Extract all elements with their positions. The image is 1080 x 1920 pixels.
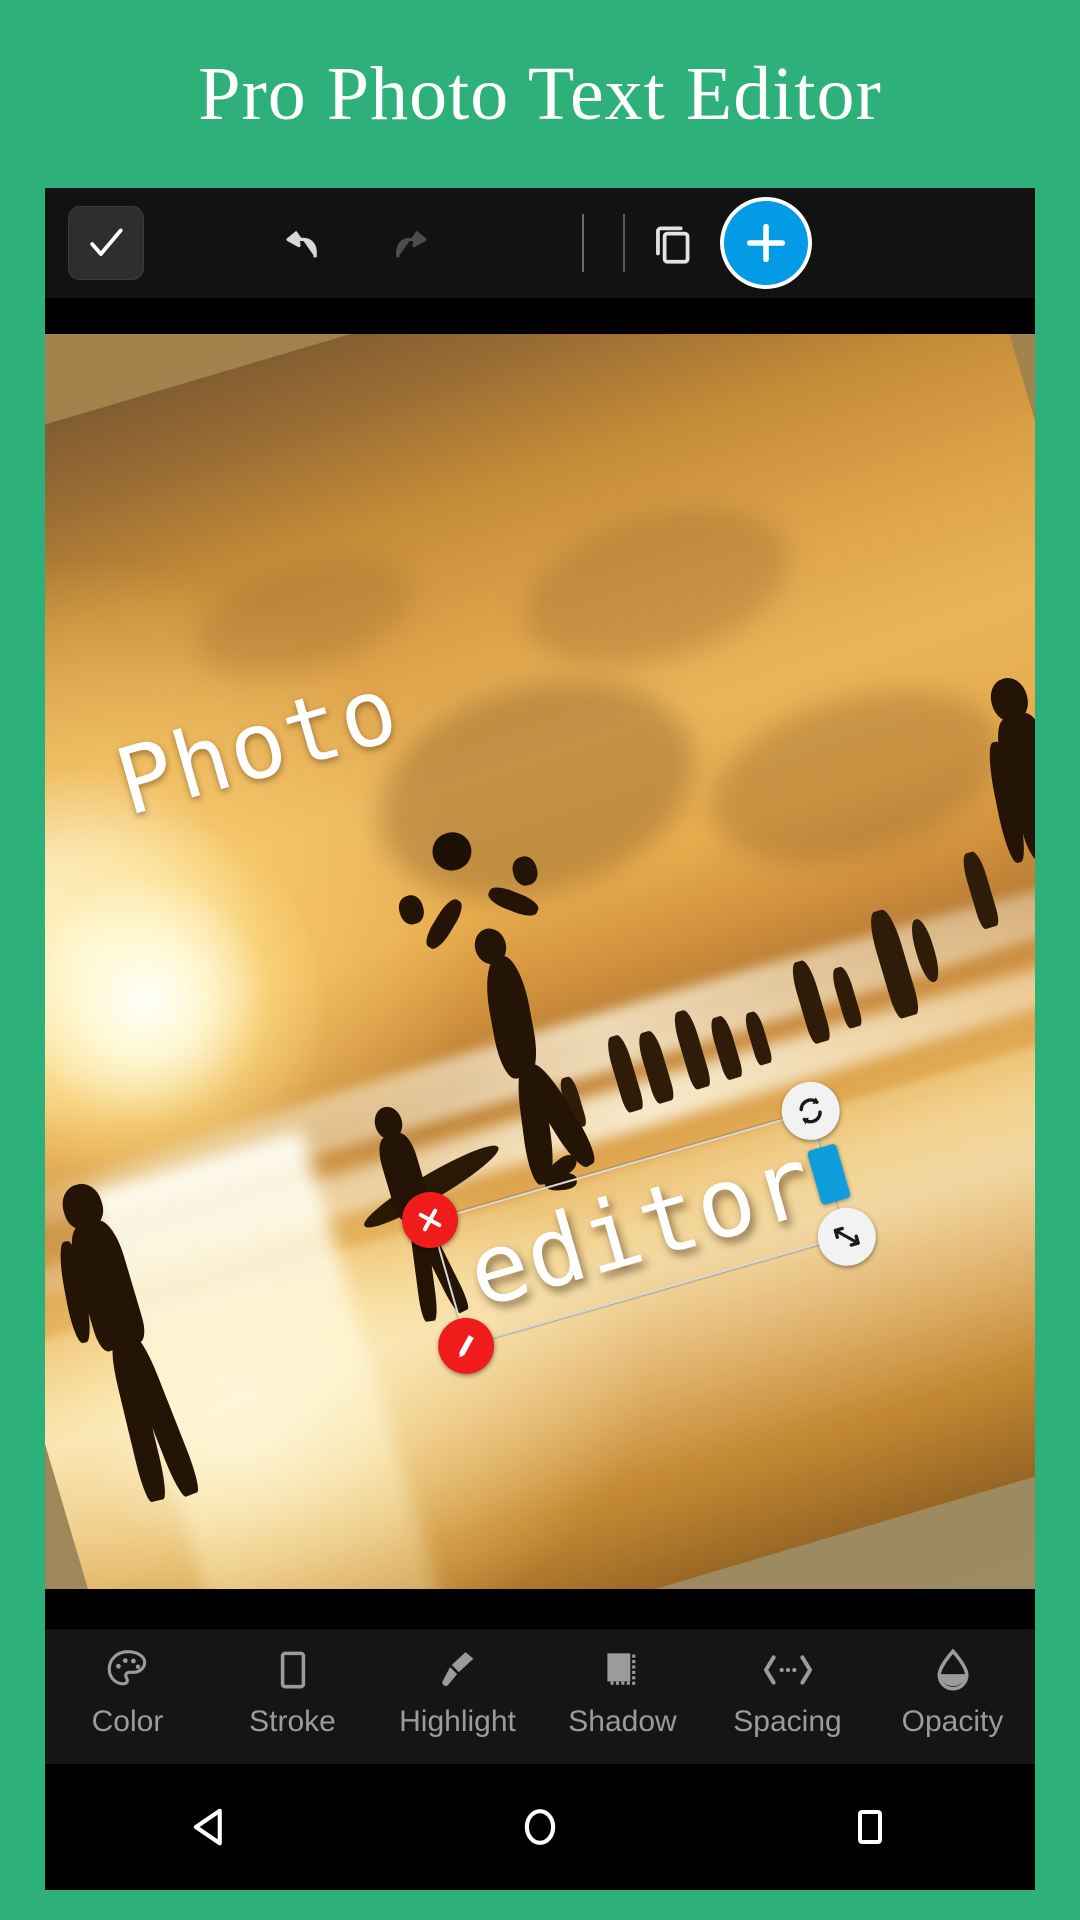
tool-highlight[interactable]: Highlight — [379, 1643, 537, 1739]
undo-arrow-icon — [286, 230, 317, 258]
tool-label-opacity: Opacity — [901, 1705, 1004, 1738]
nav-home-button[interactable] — [465, 1782, 615, 1872]
rectangle-outline-icon — [268, 1643, 318, 1697]
toolbar-divider — [623, 214, 625, 272]
tool-opacity[interactable]: Opacity — [874, 1643, 1032, 1739]
jumping-player-silhouette — [395, 892, 427, 928]
top-toolbar — [45, 188, 1035, 298]
spacing-arrows-icon — [761, 1643, 815, 1697]
toolbar-divider — [582, 214, 584, 272]
back-triangle-icon — [193, 1808, 222, 1846]
palette-icon — [103, 1643, 153, 1697]
photo-canvas[interactable]: Photo editor — [45, 334, 1035, 1589]
tool-label-highlight: Highlight — [399, 1705, 516, 1738]
marker-pen-icon — [433, 1643, 483, 1697]
tool-color[interactable]: Color — [49, 1643, 207, 1739]
check-icon — [90, 228, 123, 256]
tool-label-stroke: Stroke — [249, 1705, 336, 1738]
cloud — [506, 479, 809, 693]
nav-back-button[interactable] — [135, 1782, 285, 1872]
redo-arrow-icon — [396, 230, 427, 258]
tools-bar: Color Stroke Highlight Shadow Spacing Op… — [45, 1629, 1035, 1764]
recents-square-icon — [858, 1810, 882, 1844]
tool-stroke[interactable]: Stroke — [214, 1643, 372, 1739]
android-nav-bar — [45, 1764, 1035, 1890]
tool-spacing[interactable]: Spacing — [709, 1643, 867, 1739]
redo-button[interactable] — [370, 206, 446, 280]
layers-button[interactable] — [636, 206, 712, 280]
add-button[interactable] — [720, 197, 812, 289]
tool-label-spacing: Spacing — [733, 1705, 842, 1738]
droplet-icon — [928, 1643, 978, 1697]
nav-recents-button[interactable] — [795, 1782, 945, 1872]
tool-label-color: Color — [91, 1705, 164, 1738]
photo-sunset-beach — [45, 334, 1035, 1589]
copy-layers-icon — [656, 226, 690, 264]
shadow-square-icon — [598, 1643, 648, 1697]
cloud — [352, 645, 721, 935]
photo-image — [45, 334, 1035, 1589]
bottom-gap — [45, 1589, 1035, 1629]
tool-shadow[interactable]: Shadow — [544, 1643, 702, 1739]
jumping-player-silhouette — [422, 895, 468, 953]
tool-label-shadow: Shadow — [568, 1705, 677, 1738]
plus-icon — [746, 223, 786, 263]
cloud — [182, 535, 426, 698]
phone-screen: Photo editor Color Stroke Highlight Shad… — [45, 188, 1035, 1890]
home-circle-icon — [524, 1809, 556, 1845]
undo-button[interactable] — [267, 206, 343, 280]
done-button[interactable] — [68, 206, 144, 280]
toolbar-gap — [45, 298, 1035, 334]
page-title: Pro Photo Text Editor — [198, 51, 882, 136]
